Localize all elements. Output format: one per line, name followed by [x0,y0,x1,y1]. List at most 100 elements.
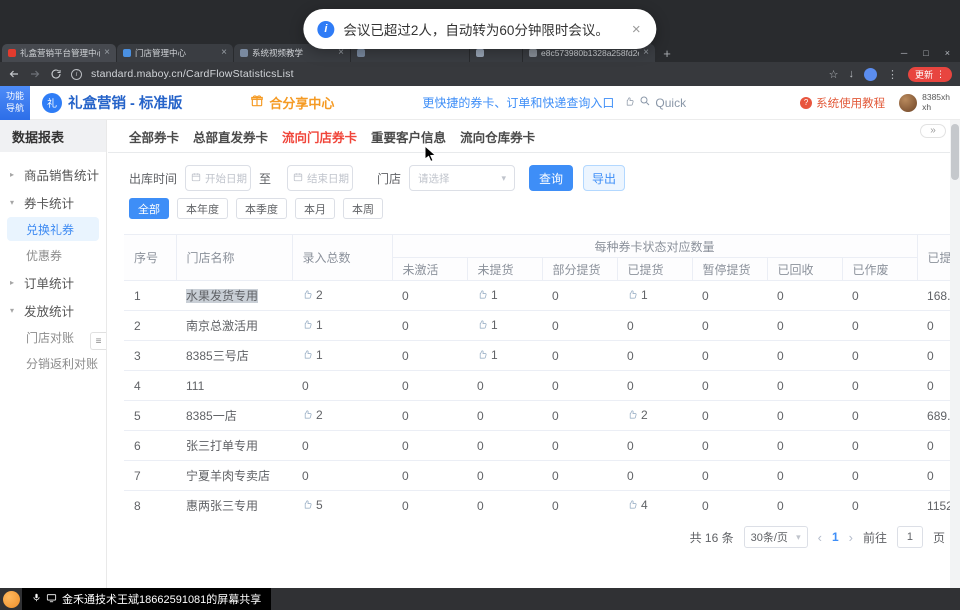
card-tab[interactable]: 重要客户信息 [371,127,446,146]
cell-value: 0 [542,401,617,431]
browser-profile-avatar[interactable] [864,68,877,81]
count-link[interactable]: 1 [302,318,323,332]
tab-favicon [529,49,537,57]
vertical-scrollbar[interactable] [951,124,959,180]
export-button[interactable]: 导出 [583,165,625,191]
user-account[interactable]: 8385xh xh [899,93,950,113]
count-link[interactable]: 4 [627,498,648,512]
start-date-input[interactable]: 开始日期 [185,165,251,191]
search-button[interactable]: 查询 [529,165,573,191]
sidebar-group[interactable]: ▸ 商品销售统计 [0,160,106,188]
cell-value: 0 [467,371,542,401]
cell-store-name: 惠两张三专用 [176,491,292,513]
browser-update-button[interactable]: 更新⋮ [908,67,952,82]
cell-value: 0 [542,341,617,371]
window-controls: ─ □ × [901,44,950,62]
quick-query-link[interactable]: 更快捷的券卡、订单和快递查询入口 [422,94,614,111]
page-number[interactable]: 1 [832,530,839,544]
browser-tab[interactable]: 礼盒营销平台管理中心 × [2,44,116,62]
sidebar-group[interactable]: ▸ 订单统计 [0,268,106,296]
goto-page-input[interactable]: 1 [897,526,923,548]
sidebar-item[interactable]: 兑换礼券 [7,217,99,241]
tab-close-icon[interactable]: × [338,48,344,58]
share-center-link[interactable]: 合分享中心 [250,93,334,112]
function-nav-button[interactable]: 功能 导航 [0,86,30,120]
table-row: 8 惠两张三专用 50004000 1152.0 [124,491,960,513]
help-icon: ? [800,97,812,109]
calendar-icon [293,171,303,185]
count-link[interactable]: 1 [477,348,498,362]
card-tab[interactable]: 流向仓库券卡 [460,127,535,146]
cell-seq: 8 [124,491,176,513]
quick-filter-button[interactable]: 本年度 [177,198,228,219]
new-tab-button[interactable]: + [656,46,678,61]
count-link[interactable]: 1 [627,288,648,302]
panel-collapse-button[interactable]: » [920,124,946,138]
meeting-avatar[interactable] [3,591,20,608]
count-link[interactable]: 1 [302,348,323,362]
browser-tab[interactable]: 门店管理中心 × [117,44,233,62]
sidebar-group[interactable]: ▾ 发放统计 [0,296,106,324]
quick-filter-button[interactable]: 本月 [295,198,335,219]
tab-close-icon[interactable]: × [221,48,227,58]
count-link[interactable]: 1 [477,288,498,302]
tab-close-icon[interactable]: × [643,48,649,58]
download-icon[interactable]: ↓ [848,68,854,80]
cell-value: 0 [692,311,767,341]
pointer-icon [302,349,313,360]
store-select[interactable]: 请选择 ▾ [409,165,515,191]
screen-icon[interactable] [46,593,57,606]
site-info-icon[interactable]: i [71,69,82,80]
col-status: 已作废 [842,258,917,281]
quick-filter-button[interactable]: 本季度 [236,198,287,219]
url-field[interactable]: standard.maboy.cn/CardFlowStatisticsList [91,68,820,80]
share-text: 金禾通技术王斌18662591081的屏幕共享 [62,591,261,607]
count-link[interactable]: 2 [302,288,323,302]
col-status: 部分提货 [542,258,617,281]
sidebar-item[interactable]: 分销返利对账 [0,350,106,376]
col-entry: 录入总数 [292,235,392,281]
close-button[interactable]: × [945,48,950,58]
cell-value: 0 [842,401,917,431]
tab-close-icon[interactable]: × [104,48,110,58]
cell-value: 0 [617,371,692,401]
end-date-input[interactable]: 结束日期 [287,165,353,191]
screen-share-banner: 金禾通技术王斌18662591081的屏幕共享 [22,588,271,610]
cell-value: 0 [292,461,392,491]
quick-button[interactable]: Quick [624,95,686,110]
count-link[interactable]: 2 [302,408,323,422]
next-page-button[interactable]: › [849,530,853,545]
quick-filter-button[interactable]: 全部 [129,198,169,219]
table-wrap: 序号 门店名称 录入总数 每种券卡状态对应数量 已提货金额 未激活未提货部分提货… [124,234,960,512]
count-link[interactable]: 5 [302,498,323,512]
toast-close-icon[interactable]: × [632,21,641,38]
count-link[interactable]: 2 [627,408,648,422]
quick-filter-button[interactable]: 本周 [343,198,383,219]
forward-icon[interactable] [29,68,41,80]
count-link[interactable]: 1 [477,318,498,332]
username-sub: xh [922,102,931,112]
cell-value: 0 [292,431,392,461]
table-body: 1 水果发货专用 20101000 168.0 2 南京总激活用 1010000… [124,281,960,513]
pointer-icon [477,319,488,330]
card-tab[interactable]: 全部券卡 [129,127,179,146]
card-tab[interactable]: 流向门店券卡 [282,127,357,146]
sidebar-collapse-handle[interactable]: ≡ [90,332,106,350]
extensions-menu-icon[interactable]: ⋮ [887,68,898,81]
refresh-icon[interactable] [50,68,62,80]
prev-page-button[interactable]: ‹ [818,530,822,545]
minimize-button[interactable]: ─ [901,48,907,58]
tab-favicon [8,49,16,57]
back-icon[interactable] [8,68,20,80]
sidebar-item[interactable]: 优惠券 [0,242,106,268]
sidebar-group[interactable]: ▾ 券卡统计 [0,188,106,216]
cell-value: 0 [767,461,842,491]
chevron-down-icon: ▾ [796,532,801,543]
bookmark-star-icon[interactable]: ☆ [829,68,839,81]
tutorial-link[interactable]: ? 系统使用教程 [800,95,885,111]
microphone-icon[interactable] [32,592,41,606]
card-tab[interactable]: 总部直发券卡 [193,127,268,146]
maximize-button[interactable]: □ [923,48,928,58]
screen: 礼盒营销平台管理中心 × 门店管理中心 × 系统视频教学 × e8c573980… [0,0,960,610]
page-size-select[interactable]: 30条/页 ▾ [744,526,808,548]
